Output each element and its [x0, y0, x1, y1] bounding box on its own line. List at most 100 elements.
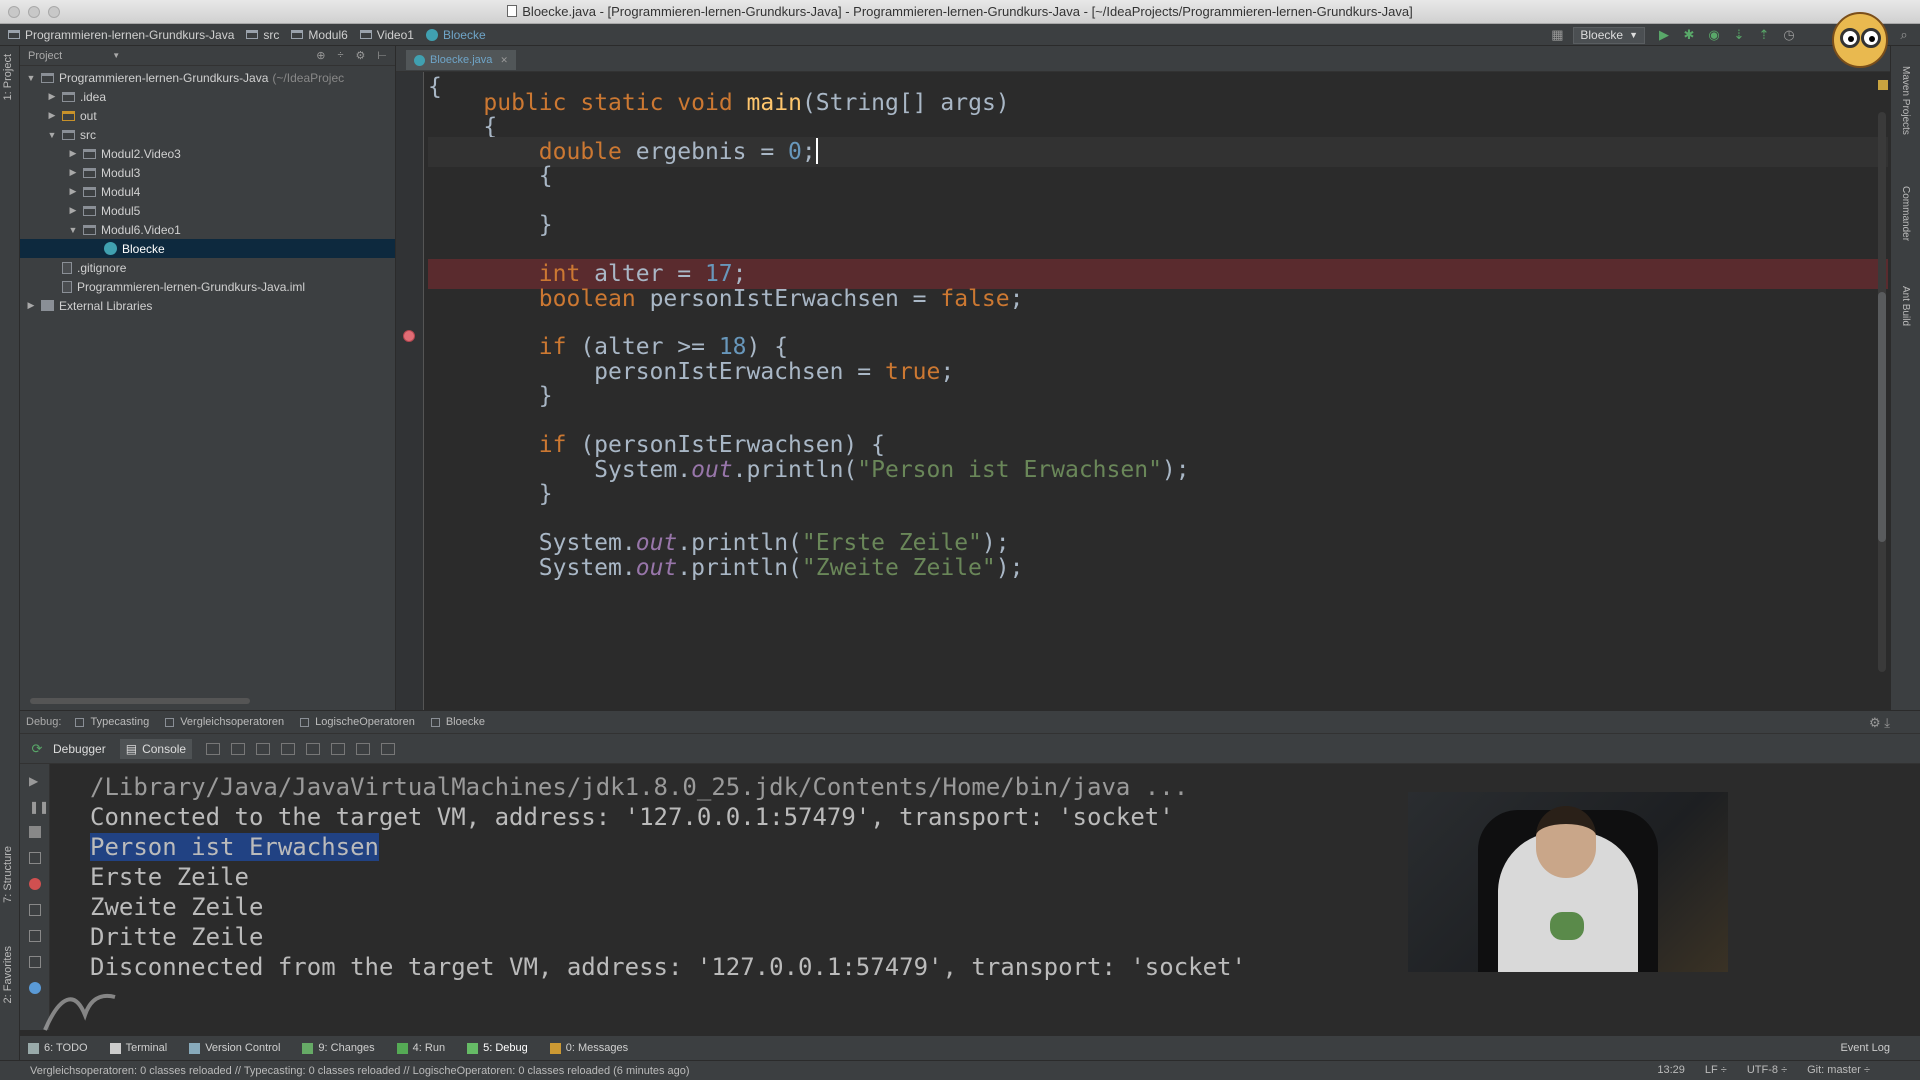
- step-over-icon[interactable]: [231, 742, 246, 755]
- tool-todo[interactable]: 6: TODO: [28, 1042, 88, 1054]
- mute-breakpoints-icon[interactable]: [29, 878, 41, 890]
- run-icon: [396, 1042, 408, 1054]
- commander-tab[interactable]: Commander: [1900, 186, 1911, 241]
- pause-icon[interactable]: ❚❚: [29, 800, 49, 814]
- line-separator-select[interactable]: LF ÷: [1705, 1064, 1727, 1076]
- status-message[interactable]: Vergleichsoperatoren: 0 classes reloaded…: [30, 1065, 690, 1077]
- breadcrumb-project[interactable]: Programmieren-lernen-Grundkurs-Java: [8, 28, 234, 42]
- collapse-all-icon[interactable]: ÷: [337, 49, 343, 62]
- expand-arrow-down-icon[interactable]: ▼: [66, 225, 80, 235]
- editor-tab-bloecke[interactable]: Bloecke.java ✕: [406, 50, 516, 70]
- rerun-icon[interactable]: ⟳: [28, 741, 46, 757]
- expand-arrow-down-icon[interactable]: ▼: [45, 130, 59, 140]
- run-to-cursor-icon[interactable]: [356, 742, 371, 755]
- tool-messages[interactable]: 0: Messages: [549, 1042, 628, 1054]
- debug-icon[interactable]: ✱: [1680, 27, 1698, 43]
- folder-icon: [291, 30, 304, 39]
- coverage-icon[interactable]: ◉: [1705, 27, 1723, 43]
- expand-arrow-right-icon[interactable]: ▶: [66, 148, 80, 159]
- structure-tool-tab[interactable]: 7: Structure: [2, 846, 14, 903]
- view-breakpoints-icon[interactable]: [29, 852, 41, 864]
- breadcrumb-video1[interactable]: Video1: [359, 28, 414, 42]
- expand-arrow-right-icon[interactable]: ▶: [66, 186, 80, 197]
- project-tool-tab[interactable]: 1: Project: [2, 54, 14, 100]
- tree-item-path: (~/IdeaProjec: [272, 70, 345, 85]
- expand-arrow-right-icon[interactable]: ▶: [66, 167, 80, 178]
- favorites-tool-tab[interactable]: 2: Favorites: [2, 946, 14, 1003]
- step-out-icon[interactable]: [306, 742, 321, 755]
- maven-projects-tab[interactable]: Maven Projects: [1900, 66, 1911, 135]
- tree-item[interactable]: ▶ out: [20, 106, 395, 125]
- tree-item[interactable]: ▶ Modul5: [20, 201, 395, 220]
- gear-icon[interactable]: ⚙: [356, 49, 366, 62]
- scroll-from-source-icon[interactable]: ⊕: [316, 49, 325, 62]
- expand-arrow-down-icon[interactable]: ▼: [24, 73, 38, 83]
- editor-gutter[interactable]: [396, 72, 424, 710]
- vcs-history-icon[interactable]: ◷: [1780, 27, 1798, 43]
- tree-item[interactable]: ▶ Modul2.Video3: [20, 144, 395, 163]
- debug-tab-typecasting[interactable]: Typecasting: [75, 716, 149, 728]
- tool-run[interactable]: 4: Run: [396, 1042, 445, 1054]
- version-control-icon: [189, 1042, 201, 1054]
- breakpoint-icon[interactable]: [403, 330, 415, 342]
- console-tab[interactable]: ▤ Console: [119, 738, 193, 759]
- caret-position[interactable]: 13:29: [1657, 1064, 1685, 1076]
- vcs-commit-icon[interactable]: ⇡: [1755, 27, 1773, 43]
- step-into-icon[interactable]: [256, 742, 271, 755]
- tool-changes[interactable]: 9: Changes: [302, 1042, 375, 1054]
- debug-tab-bloecke[interactable]: Bloecke: [430, 716, 485, 728]
- tree-item[interactable]: ▶ Modul3: [20, 163, 395, 182]
- tree-item[interactable]: ▶ Modul4: [20, 182, 395, 201]
- tree-item[interactable]: ▼ Modul6.Video1: [20, 220, 395, 239]
- debug-tab-vergleichsoperatoren[interactable]: Vergleichsoperatoren: [165, 716, 284, 728]
- get-thread-dump-icon[interactable]: [29, 904, 41, 916]
- settings-icon[interactable]: [29, 930, 41, 942]
- code-editor[interactable]: { public static void main(String[] args)…: [396, 72, 1890, 710]
- vcs-branch-select[interactable]: Git: master ÷: [1807, 1064, 1870, 1076]
- close-icon[interactable]: ✕: [500, 55, 508, 66]
- run-configuration-select[interactable]: Bloecke ▼: [1573, 26, 1645, 44]
- hide-panel-icon[interactable]: ⊢: [377, 49, 387, 62]
- debug-label: Debug:: [26, 716, 62, 728]
- ant-build-tab[interactable]: Ant Build: [1900, 286, 1911, 326]
- tree-item[interactable]: ▶ External Libraries: [20, 296, 395, 315]
- expand-arrow-right-icon[interactable]: ▶: [24, 300, 38, 311]
- expand-arrow-right-icon[interactable]: ▶: [45, 91, 59, 102]
- debug-tab-logischeoperatoren[interactable]: LogischeOperatoren: [300, 716, 415, 728]
- tool-debug[interactable]: 5: Debug: [467, 1042, 528, 1054]
- vertical-scrollbar[interactable]: [1878, 112, 1886, 672]
- warning-marker-icon[interactable]: [1878, 80, 1888, 90]
- breadcrumb-bloecke[interactable]: Bloecke: [425, 28, 486, 42]
- show-execution-point-icon[interactable]: [206, 742, 221, 755]
- tree-item[interactable]: Programmieren-lernen-Grundkurs-Java.iml: [20, 277, 395, 296]
- breadcrumb-modul6[interactable]: Modul6: [291, 28, 348, 42]
- expand-arrow-right-icon[interactable]: ▶: [45, 110, 59, 121]
- tree-item-label: Modul3: [101, 165, 141, 180]
- tree-item[interactable]: .gitignore: [20, 258, 395, 277]
- drop-frame-icon[interactable]: [331, 742, 346, 755]
- project-structure-icon[interactable]: ▦: [1548, 27, 1566, 43]
- tool-terminal[interactable]: Terminal: [109, 1042, 167, 1054]
- debugger-tab[interactable]: Debugger: [53, 742, 106, 756]
- run-icon[interactable]: ▶: [1655, 27, 1673, 43]
- tree-item[interactable]: ▶ .idea: [20, 87, 395, 106]
- project-panel-header[interactable]: Project ▼ ⊕ ÷ ⚙ ⊢: [20, 46, 395, 66]
- search-icon[interactable]: ⌕: [1895, 27, 1913, 43]
- tree-item[interactable]: Bloecke: [20, 239, 395, 258]
- tree-item[interactable]: ▼ src: [20, 125, 395, 144]
- stop-icon[interactable]: [29, 826, 41, 838]
- gear-icon[interactable]: ⚙ ⤓: [1869, 715, 1890, 731]
- code-line[interactable]: System.out.println("Zweite Zeile");: [428, 553, 1888, 583]
- tool-version-control[interactable]: Version Control: [189, 1042, 280, 1054]
- evaluate-expression-icon[interactable]: [381, 742, 396, 755]
- breadcrumb-src[interactable]: src: [246, 28, 279, 42]
- encoding-select[interactable]: UTF-8 ÷: [1747, 1064, 1787, 1076]
- horizontal-scrollbar[interactable]: [30, 698, 250, 704]
- pin-icon[interactable]: [29, 956, 41, 968]
- resume-icon[interactable]: ▶: [29, 774, 41, 788]
- force-step-into-icon[interactable]: [281, 742, 296, 755]
- tree-item[interactable]: ▼ Programmieren-lernen-Grundkurs-Java (~/I…: [20, 68, 395, 87]
- event-log-button[interactable]: Event Log: [1840, 1042, 1890, 1054]
- expand-arrow-right-icon[interactable]: ▶: [66, 205, 80, 216]
- vcs-update-icon[interactable]: ⇣: [1730, 27, 1748, 43]
